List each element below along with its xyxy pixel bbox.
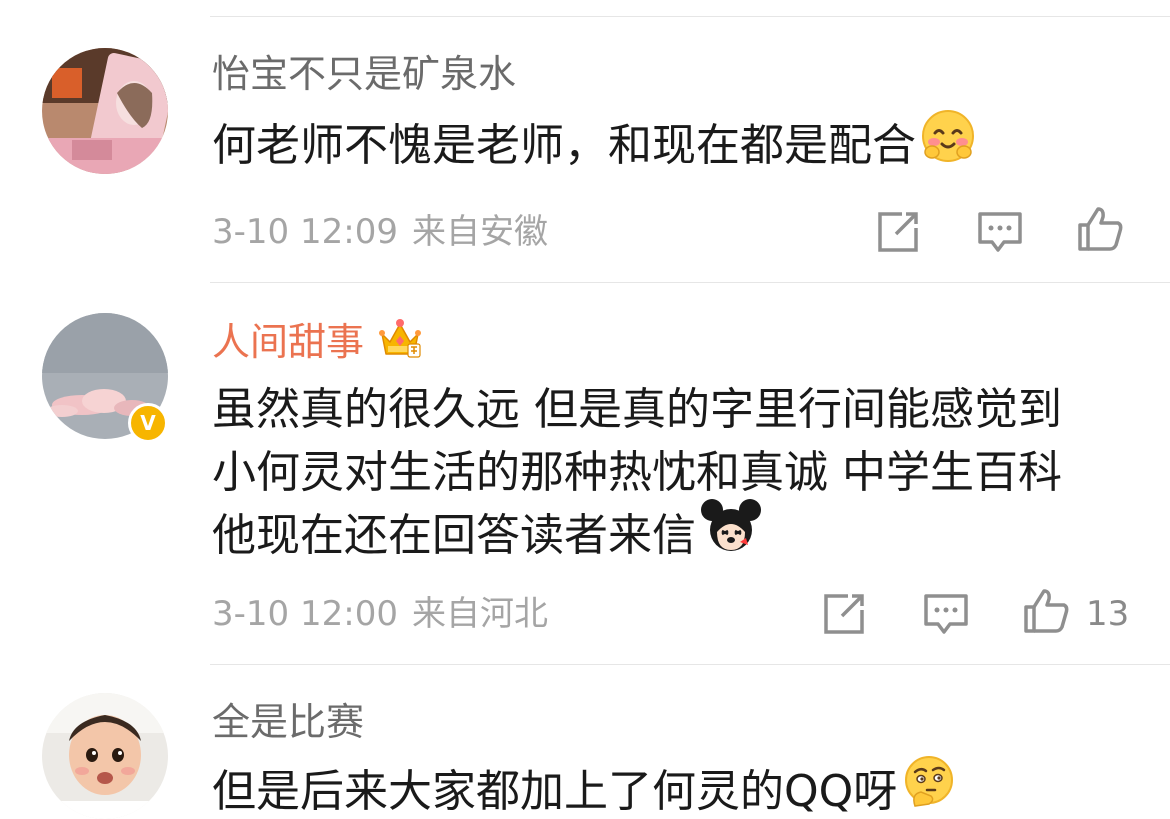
blush-emoji: [920, 108, 976, 181]
timestamp: 3-10 12:00: [212, 594, 398, 634]
divider: [210, 664, 1170, 665]
avatar[interactable]: [42, 48, 168, 174]
username[interactable]: 怡宝不只是矿泉水: [212, 52, 516, 96]
repost-icon[interactable]: [820, 590, 868, 638]
comment-list: 怡宝不只是矿泉水 何老师不愧是老师，和现在都是配合 3-10 12:09 来自安徽…: [0, 0, 1170, 819]
comment-text-line-content: 他现在还在回答读者来信: [212, 510, 696, 561]
comment-meta: 3-10 12:00 来自河北: [212, 594, 548, 634]
comment-text: 但是后来大家都加上了何灵的QQ呀: [212, 755, 957, 819]
comment-text-line: 何老师不愧是老师，和现在都是配合: [212, 120, 916, 171]
username[interactable]: 全是比赛: [212, 700, 364, 744]
username[interactable]: 人间甜事: [212, 319, 422, 367]
comment-text-line: 但是后来大家都加上了何灵的QQ呀: [212, 766, 898, 817]
comment-text: 虽然真的很久远 但是真的字里行间能感觉到 小何灵对生活的那种热忱和真诚 中学生百科…: [212, 378, 1062, 571]
comment-icon[interactable]: [922, 590, 970, 638]
comment-text-line: 小何灵对生活的那种热忱和真诚 中学生百科: [212, 447, 1062, 498]
comment-text-line: 虽然真的很久远 但是真的字里行间能感觉到: [212, 384, 1062, 435]
vip-crown-icon: [378, 316, 422, 367]
like-count: 13: [1086, 594, 1130, 634]
avatar[interactable]: [42, 693, 168, 819]
repost-icon[interactable]: [874, 208, 922, 256]
verified-badge: V: [128, 403, 168, 443]
thinking-emoji: [901, 754, 957, 819]
mickey-emoji: [700, 498, 762, 571]
location: 来自安徽: [411, 212, 548, 252]
comment-meta: 3-10 12:09 来自安徽: [212, 212, 548, 252]
timestamp: 3-10 12:09: [212, 212, 398, 252]
divider: [210, 282, 1170, 283]
divider: [210, 16, 1170, 17]
location: 来自河北: [411, 594, 548, 634]
like-icon[interactable]: [1076, 205, 1124, 253]
username-text: 人间甜事: [212, 320, 365, 364]
like-icon[interactable]: [1022, 587, 1070, 635]
comment-text-line: 他现在还在回答读者来信: [212, 498, 1062, 571]
comment-text: 何老师不愧是老师，和现在都是配合: [212, 109, 976, 181]
comment-icon[interactable]: [976, 208, 1024, 256]
